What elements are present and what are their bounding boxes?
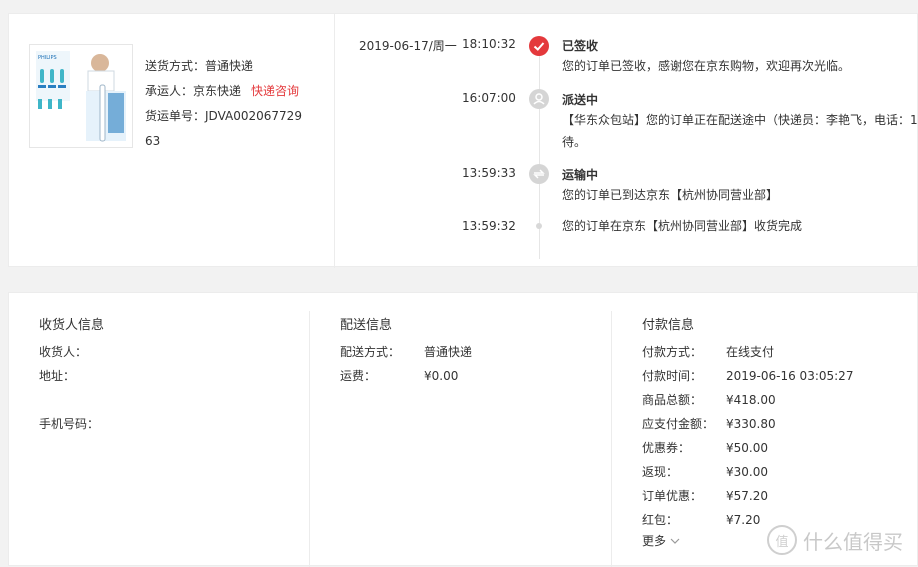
consignee-address-label: 地址： <box>39 369 76 383</box>
consignee-phone-label: 手机号码： <box>39 417 100 431</box>
payment-key: 返现： <box>642 465 679 479</box>
timeline-date: 2019-06-17/周一 <box>359 39 457 53</box>
payment-value: 在线支付 <box>726 345 775 359</box>
site-watermark: 值 什么值得买 <box>767 525 903 555</box>
timeline-desc: 您的订单已到达京东【杭州协同营业部】 <box>562 188 779 202</box>
order-info-panel: 收货人信息 收货人： 地址： 手机号码： 配送信息 配送方式： 普通快递 运费： ¥… <box>8 292 918 567</box>
timeline-time: 18:10:32 <box>462 37 516 51</box>
chevron-down-icon <box>670 538 680 544</box>
payment-row: 付款时间： 2019-06-16 03:05:27 <box>642 367 853 384</box>
courier-consult-link[interactable]: 快递咨询 <box>251 84 299 98</box>
order-tracking-panel: PHILIPS 送货方式：普通快递 承运人：京东快递快递咨询 货运单号：JDV <box>8 13 918 268</box>
payment-row: 返现： ¥30.00 <box>642 463 768 480</box>
brand-label: PHILIPS <box>38 55 57 61</box>
payment-row: 付款方式： 在线支付 <box>642 343 774 360</box>
payment-key: 优惠券： <box>642 441 691 455</box>
consignee-name-label: 收货人： <box>39 345 88 359</box>
toothbrush-product-image: PHILIPS <box>30 45 132 147</box>
delivery-title: 配送信息 <box>340 318 393 333</box>
ship-method-label: 送货方式： <box>145 59 206 73</box>
timeline-desc: 您的订单在京东【杭州协同营业部】收货完成 <box>562 219 803 233</box>
consignee-section: 收货人信息 收货人： 地址： 手机号码： <box>9 293 309 567</box>
tracking-number-value-cont: 63 <box>145 134 161 148</box>
ship-method-row: 送货方式：普通快递 <box>145 54 302 79</box>
delivery-method-row: 配送方式： 普通快递 <box>340 343 472 360</box>
timeline-time: 13:59:32 <box>462 219 516 233</box>
payment-row: 订单优惠： ¥57.20 <box>642 487 768 504</box>
payment-key: 付款方式： <box>642 345 703 359</box>
product-thumbnail[interactable]: PHILIPS <box>29 44 133 148</box>
tracking-number-label: 货运单号： <box>145 109 206 123</box>
timeline-desc: 【华东众包站】您的订单正在配送途中（快递员：李艳飞，电话：18 <box>562 113 918 127</box>
more-toggle[interactable]: 更多 <box>642 532 680 549</box>
payment-row: 红包： ¥7.20 <box>642 511 760 528</box>
transit-icon <box>529 164 549 184</box>
timeline-title: 派送中 <box>562 93 599 107</box>
carrier-row: 承运人：京东快递 快递咨询 <box>145 79 302 104</box>
tracking-number-value: JDVA002067729 <box>205 109 302 123</box>
watermark-text: 什么值得买 <box>803 529 903 554</box>
payment-value: 2019-06-16 03:05:27 <box>726 369 854 383</box>
shipment-summary: PHILIPS 送货方式：普通快递 承运人：京东快递快递咨询 货运单号：JDV <box>9 14 335 268</box>
delivery-fee-value: ¥0.00 <box>424 369 459 383</box>
payment-title: 付款信息 <box>642 318 695 333</box>
payment-key: 订单优惠： <box>642 489 703 503</box>
payment-key: 商品总额： <box>642 393 703 407</box>
timeline-dot <box>536 223 542 229</box>
consignee-title: 收货人信息 <box>39 318 105 333</box>
timeline-title: 已签收 <box>562 39 599 53</box>
carrier-label: 承运人： <box>145 84 194 98</box>
timeline-desc-cont: 待。 <box>562 135 587 149</box>
payment-row: 优惠券： ¥50.00 <box>642 439 768 456</box>
payment-row: 商品总额： ¥418.00 <box>642 391 776 408</box>
payment-value: ¥7.20 <box>726 513 761 527</box>
tracking-number-row-cont: 63 <box>145 129 302 154</box>
payment-key: 应支付金额： <box>642 417 715 431</box>
watermark-badge: 值 <box>767 525 797 555</box>
payment-key: 红包： <box>642 513 679 527</box>
carrier-value: 京东快递 <box>193 84 242 98</box>
check-icon <box>529 36 549 56</box>
payment-value: ¥30.00 <box>726 465 768 479</box>
more-label: 更多 <box>642 534 667 548</box>
delivery-fee-row: 运费： ¥0.00 <box>340 367 458 384</box>
payment-value: ¥418.00 <box>726 393 776 407</box>
timeline-title: 运输中 <box>562 168 599 182</box>
timeline-time: 13:59:33 <box>462 166 516 180</box>
shipment-info: 送货方式：普通快递 承运人：京东快递 快递咨询 货运单号：JDVA00206772… <box>145 54 302 154</box>
payment-value: ¥50.00 <box>726 441 768 455</box>
delivery-section: 配送信息 配送方式： 普通快递 运费： ¥0.00 <box>310 293 611 567</box>
delivery-method-value: 普通快递 <box>424 345 473 359</box>
delivery-fee-label: 运费： <box>340 369 377 383</box>
delivery-method-label: 配送方式： <box>340 345 401 359</box>
delivery-icon <box>529 89 549 109</box>
tracking-timeline: 2019-06-17/周一 18:10:32 已签收 您的订单已签收，感谢您在京… <box>335 14 918 268</box>
timeline-time: 16:07:00 <box>462 91 516 105</box>
payment-value: ¥57.20 <box>726 489 768 503</box>
payment-value: ¥330.80 <box>726 417 776 431</box>
payment-row: 应支付金额： ¥330.80 <box>642 415 776 432</box>
ship-method-value: 普通快递 <box>205 59 254 73</box>
tracking-number-row: 货运单号：JDVA002067729 <box>145 104 302 129</box>
payment-key: 付款时间： <box>642 369 703 383</box>
timeline-desc: 您的订单已签收，感谢您在京东购物，欢迎再次光临。 <box>562 59 851 73</box>
